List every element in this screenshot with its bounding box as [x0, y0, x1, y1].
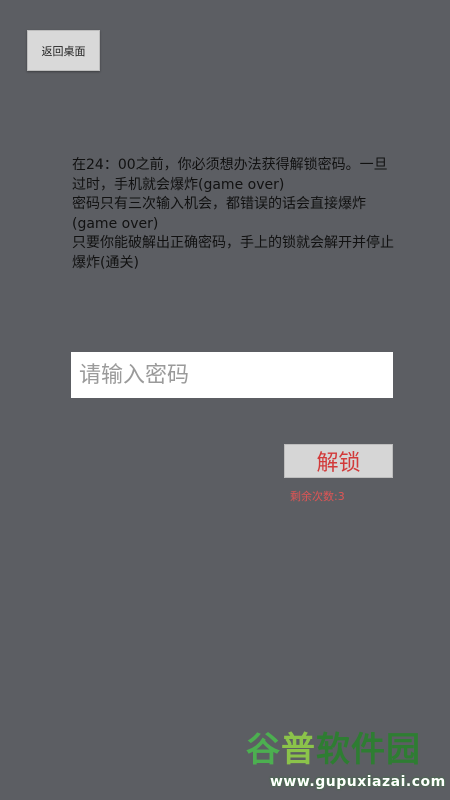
back-to-desktop-button[interactable]: 返回桌面: [27, 30, 100, 71]
game-instructions: 在24：00之前，你必须想办法获得解锁密码。一旦过时，手机就会爆炸(game o…: [72, 156, 398, 273]
password-input[interactable]: [71, 352, 393, 398]
watermark-logo-part1: 谷: [246, 730, 281, 770]
instruction-line-3: 只要你能破解出正确密码，手上的锁就会解开并停止爆炸(通关): [72, 235, 394, 271]
watermark-logo-part2: 普: [281, 730, 316, 770]
watermark-url: www.gupuxiazai.com: [270, 774, 446, 790]
instruction-line-2: 密码只有三次输入机会，都错误的话会直接爆炸(game over): [72, 196, 366, 232]
watermark-logo-part3: 软件园: [316, 730, 421, 770]
instruction-line-1: 在24：00之前，你必须想办法获得解锁密码。一旦过时，手机就会爆炸(game o…: [72, 157, 388, 193]
unlock-button[interactable]: 解锁: [284, 444, 393, 478]
watermark-logo: 谷普软件园: [246, 730, 421, 770]
site-watermark: 谷普软件园 www.gupuxiazai.com: [246, 730, 446, 796]
remaining-attempts-label: 剩余次数:3: [290, 490, 345, 503]
